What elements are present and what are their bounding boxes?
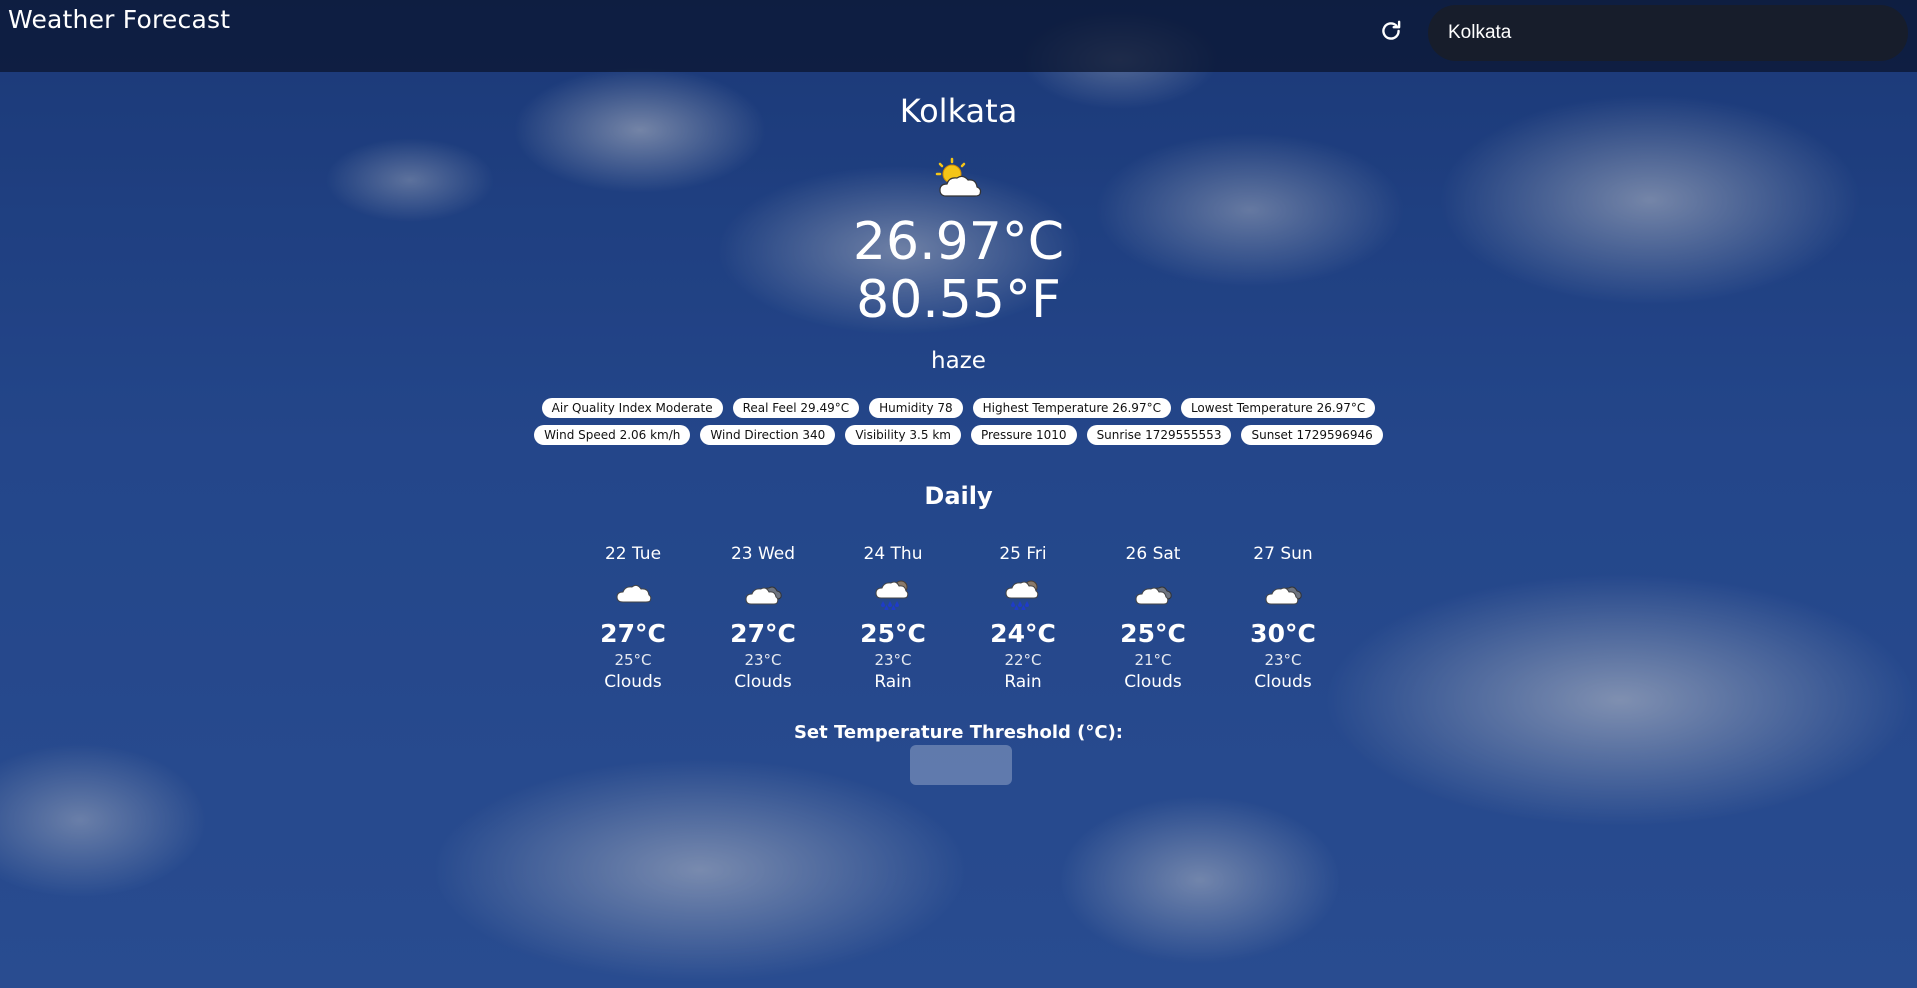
refresh-icon[interactable]: [1378, 18, 1404, 44]
day-condition: Clouds: [734, 672, 792, 692]
rain-cloud-icon: [875, 580, 909, 610]
forecast-day: 22 Tue 27°C 25°C Clouds: [568, 544, 698, 694]
day-low-temp: 25°C: [614, 651, 652, 669]
cloud-dark-icon: [745, 586, 782, 605]
day-high-temp: 30°C: [1250, 619, 1316, 648]
day-condition: Rain: [874, 672, 912, 692]
day-label: 26 Sat: [1125, 544, 1181, 564]
day-low-temp: 23°C: [744, 651, 782, 669]
day-condition: Clouds: [1254, 672, 1312, 692]
forecast-day: 26 Sat 25°C 21°C Clouds: [1088, 544, 1218, 694]
forecast-day: 27 Sun 30°C 23°C Clouds: [1218, 544, 1348, 694]
highest-temp-chip: Highest Temperature 26.97°C: [972, 398, 1171, 418]
city-search-input[interactable]: [1428, 5, 1908, 61]
details-row-2: Wind Speed 2.06 km/h Wind Direction 340 …: [0, 425, 1917, 445]
aqi-chip: Air Quality Index Moderate: [541, 398, 723, 418]
forecast-day: 25 Fri 24°C 22°C Rain: [958, 544, 1088, 694]
cloud-dark-icon: [1265, 586, 1302, 605]
day-condition: Clouds: [604, 672, 662, 692]
pressure-chip: Pressure 1010: [970, 425, 1077, 445]
day-label: 24 Thu: [863, 544, 923, 564]
day-condition: Clouds: [1124, 672, 1182, 692]
sunset-chip: Sunset 1729596946: [1241, 425, 1383, 445]
current-temp-fahrenheit: 80.55°F: [856, 270, 1061, 330]
current-temp-celsius: 26.97°C: [852, 212, 1065, 272]
lowest-temp-chip: Lowest Temperature 26.97°C: [1180, 398, 1376, 418]
forecast-day: 24 Thu 25°C 23°C Rain: [828, 544, 958, 694]
partly-cloudy-sun-icon: [935, 157, 982, 197]
cloud-dark-icon: [1135, 586, 1172, 605]
top-bar: Weather Forecast: [0, 0, 1917, 72]
day-label: 22 Tue: [604, 544, 662, 564]
real-feel-chip: Real Feel 29.49°C: [732, 398, 860, 418]
day-high-temp: 27°C: [600, 619, 666, 648]
threshold-input[interactable]: [910, 745, 1012, 785]
wind-direction-chip: Wind Direction 340: [700, 425, 836, 445]
cloud-icon: [616, 584, 652, 603]
day-low-temp: 21°C: [1134, 651, 1172, 669]
rain-cloud-icon: [1005, 580, 1039, 610]
day-label: 27 Sun: [1253, 544, 1313, 564]
city-name: Kolkata: [899, 92, 1018, 130]
sunrise-chip: Sunrise 1729555553: [1086, 425, 1232, 445]
threshold-label: Set Temperature Threshold (°C):: [793, 722, 1124, 743]
day-high-temp: 25°C: [860, 619, 926, 648]
day-condition: Rain: [1004, 672, 1042, 692]
daily-title: Daily: [924, 482, 993, 510]
weather-description: haze: [931, 348, 986, 374]
day-low-temp: 22°C: [1004, 651, 1042, 669]
day-high-temp: 27°C: [730, 619, 796, 648]
day-high-temp: 24°C: [990, 619, 1056, 648]
humidity-chip: Humidity 78: [869, 398, 963, 418]
details-row-1: Air Quality Index Moderate Real Feel 29.…: [0, 398, 1917, 418]
day-low-temp: 23°C: [874, 651, 912, 669]
forecast-day: 23 Wed 27°C 23°C Clouds: [698, 544, 828, 694]
day-high-temp: 25°C: [1120, 619, 1186, 648]
daily-forecast: 22 Tue 27°C 25°C Clouds 23 Wed 27°C 23°C…: [568, 544, 1348, 694]
day-label: 23 Wed: [730, 544, 796, 564]
wind-speed-chip: Wind Speed 2.06 km/h: [534, 425, 691, 445]
day-label: 25 Fri: [999, 544, 1047, 564]
day-low-temp: 23°C: [1264, 651, 1302, 669]
app-title: Weather Forecast: [8, 5, 231, 34]
visibility-chip: Visibility 3.5 km: [845, 425, 961, 445]
